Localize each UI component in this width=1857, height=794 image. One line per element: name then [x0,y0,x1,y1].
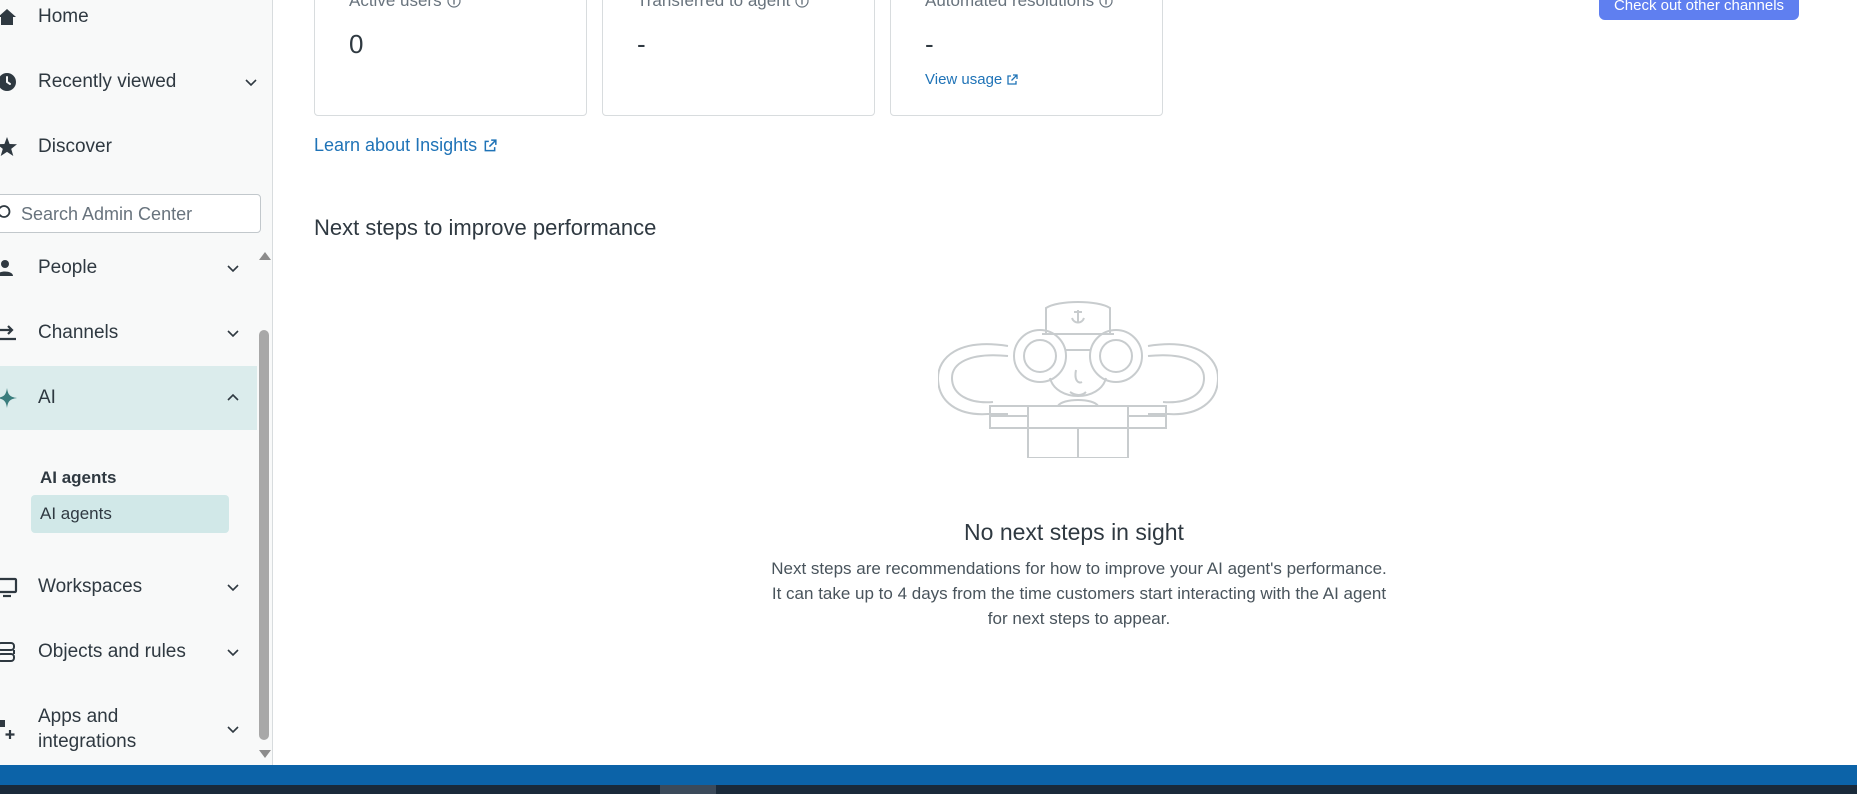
empty-state-title: No next steps in sight [964,519,1184,545]
check-out-other-channels-button[interactable]: Check out other channels [1599,0,1799,20]
sidebar-item-label: Recently viewed [38,71,177,92]
search-admin-center[interactable] [0,194,261,233]
empty-state-description: Next steps are recommendations for how t… [734,556,1424,631]
sidebar-item-ai[interactable]: AI [0,366,257,430]
home-icon [0,6,18,28]
scrollbar-thumb[interactable] [259,330,269,740]
metric-value: - [637,29,646,59]
admin-sidebar: Home Recently viewed Discover People Cha… [0,0,273,765]
taskbar-app-button[interactable] [660,785,716,794]
scroll-down-arrow-icon[interactable] [259,750,271,758]
search-input[interactable] [21,201,251,227]
ai-sparkle-icon [0,387,18,409]
star-icon [0,136,18,158]
sidebar-item-label: Objects and rules [38,641,186,662]
view-usage-label: View usage [925,71,1003,88]
metric-card-transferred-to-agent: Transferred to agent - [602,0,875,116]
learn-link-label: Learn about Insights [314,135,478,155]
external-link-icon [1007,73,1018,85]
sidebar-item-people[interactable]: People [0,236,257,300]
chevron-down-icon [227,265,239,273]
empty-desc-line: It can take up to 4 days from the time c… [771,584,1387,603]
sidebar-item-workspaces[interactable]: Workspaces [0,555,257,619]
sidebar-item-label: Discover [38,136,112,157]
binoculars-sailor-illustration [938,301,1218,458]
scroll-up-arrow-icon[interactable] [259,252,271,260]
cta-button-label: Check out other channels [1613,0,1785,14]
metric-card-automated-resolutions: Automated resolutions - View usage [890,0,1163,116]
sidebar-item-label: People [38,257,98,278]
empty-desc-line: Next steps are recommendations for how t… [771,559,1387,578]
metric-card-active-users: Active users 0 [314,0,587,116]
metric-label: Transferred to agent [637,0,810,11]
chevron-down-icon [227,330,239,338]
sidebar-item-discover[interactable]: Discover [0,115,257,179]
view-usage-link[interactable]: View usage [925,71,1018,88]
info-icon[interactable] [446,0,461,8]
apps-icon [0,718,18,740]
metric-value: 0 [349,29,364,59]
metric-label: Active users [349,0,461,11]
sidebar-item-label: AI [38,387,56,408]
sidebar-item-home[interactable]: Home [0,0,257,49]
chevron-down-icon [227,726,239,734]
metric-label-text: Active users [349,0,442,10]
os-taskbar [0,765,1857,794]
channels-icon [0,322,18,344]
metric-label-text: Automated resolutions [925,0,1095,10]
external-link-icon [484,138,497,151]
section-title: Next steps to improve performance [314,215,657,240]
empty-desc-line: for next steps to appear. [987,609,1171,628]
learn-about-insights-link[interactable]: Learn about Insights [314,135,497,156]
sidebar-item-label: Home [38,6,89,27]
objects-icon [0,641,18,663]
sidebar-item-apps-and-integrations[interactable]: Apps and integrations [0,693,257,765]
metric-label-text: Transferred to agent [637,0,791,10]
workspaces-icon [0,576,18,598]
sidebar-item-label: Channels [38,322,119,343]
sidebar-item-label: Apps and integrations [38,704,136,754]
chevron-down-icon [227,649,239,657]
sidebar-item-channels[interactable]: Channels [0,301,257,365]
taskbar-strip [0,785,1857,794]
apps-label-line1: Apps and [38,706,119,727]
chevron-down-icon [245,79,257,87]
metric-value: - [925,29,934,59]
info-icon[interactable] [1099,0,1113,8]
chevron-down-icon [227,584,239,592]
info-icon[interactable] [795,0,810,8]
chevron-up-icon [227,393,239,401]
sidebar-item-recently-viewed[interactable]: Recently viewed [0,50,272,114]
search-icon [0,205,11,218]
main-content: Active users 0 Transferred to agent - Au… [274,0,1857,765]
sidebar-item-objects-and-rules[interactable]: Objects and rules [0,620,257,684]
people-icon [0,257,18,279]
sidebar-scrollbar[interactable] [257,248,272,765]
metric-label: Automated resolutions [925,0,1113,11]
clock-icon [0,71,18,93]
apps-label-line2: integrations [38,731,137,752]
sidebar-item-label: Workspaces [38,576,143,597]
ai-agents-subheader: AI agents [40,468,117,487]
sidebar-subitem-ai-agents[interactable]: AI agents [31,495,229,533]
